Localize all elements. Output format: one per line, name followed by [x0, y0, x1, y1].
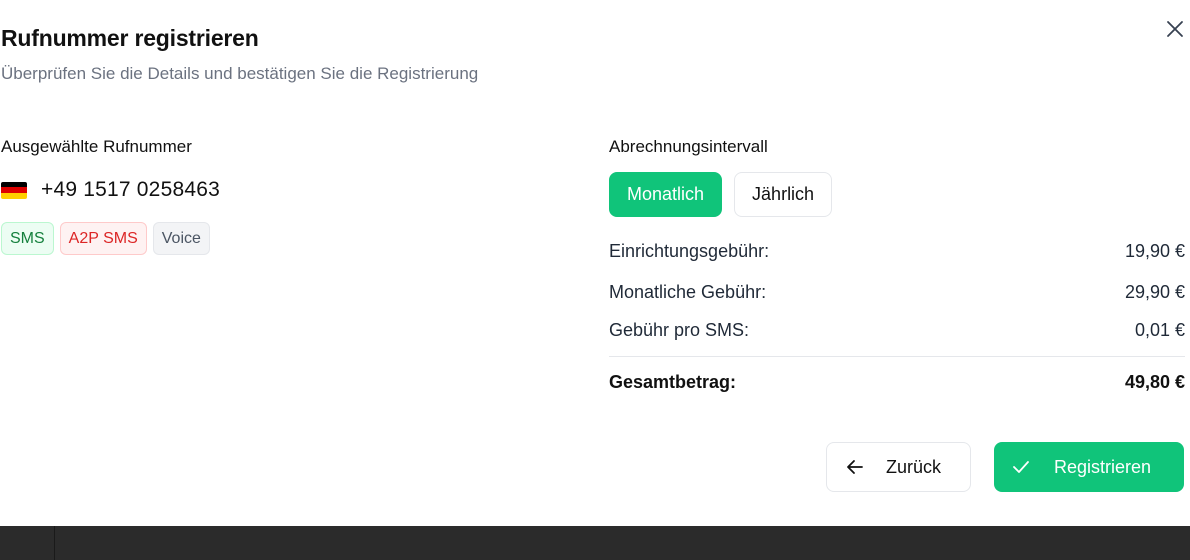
capability-badges: SMS A2P SMS Voice [1, 222, 210, 255]
fee-row-monthly: Monatliche Gebühr: 29,90 € [609, 282, 1185, 303]
close-icon [1167, 21, 1183, 37]
billing-option-yearly[interactable]: Jährlich [734, 172, 833, 217]
fee-value: 19,90 € [1124, 241, 1185, 261]
billing-section: Abrechnungsintervall Monatlich Jährlich … [609, 137, 1185, 392]
billing-option-monthly[interactable]: Monatlich [609, 172, 723, 217]
fee-row-per-sms: Gebühr pro SMS: 0,01 € [609, 320, 1185, 341]
check-icon [1013, 461, 1029, 473]
badge-sms: SMS [1, 222, 54, 255]
back-button[interactable]: Zurück [826, 442, 971, 492]
fee-divider [609, 356, 1185, 357]
register-number-dialog: Rufnummer registrieren Überprüfen Sie di… [0, 0, 1190, 526]
germany-flag-icon [1, 181, 27, 199]
back-button-label: Zurück [886, 456, 942, 477]
phone-number-row: +49 1517 0258463 [1, 178, 220, 202]
register-button-label: Registrieren [1054, 456, 1152, 477]
selected-number-label: Ausgewählte Rufnummer [1, 137, 192, 156]
selected-number-section: Ausgewählte Rufnummer +49 1517 0258463 S… [1, 137, 501, 255]
phone-number: +49 1517 0258463 [41, 178, 220, 201]
total-value: 49,80 € [1124, 372, 1185, 392]
badge-a2p-sms: A2P SMS [59, 222, 147, 255]
fee-row-setup: Einrichtungsgebühr: 19,90 € [609, 241, 1185, 262]
dialog-title: Rufnummer registrieren [1, 25, 259, 51]
bottom-taskbar [0, 526, 1190, 560]
total-row: Gesamtbetrag: 49,80 € [609, 372, 1185, 393]
badge-voice: Voice [152, 222, 210, 255]
dialog-subtitle: Überprüfen Sie die Details und bestätige… [1, 64, 479, 83]
fee-value: 0,01 € [1134, 320, 1185, 340]
taskbar-divider [54, 526, 55, 560]
close-button[interactable] [1162, 16, 1188, 42]
fee-value: 29,90 € [1124, 282, 1185, 302]
register-button[interactable]: Registrieren [994, 442, 1184, 492]
fee-label: Gebühr pro SMS: [609, 320, 750, 340]
billing-interval-toggle: Monatlich Jährlich [609, 172, 833, 217]
arrow-left-icon [847, 460, 863, 474]
billing-interval-label: Abrechnungsintervall [609, 137, 768, 156]
total-label: Gesamtbetrag: [609, 372, 737, 392]
fee-label: Monatliche Gebühr: [609, 282, 767, 302]
fee-label: Einrichtungsgebühr: [609, 241, 770, 261]
